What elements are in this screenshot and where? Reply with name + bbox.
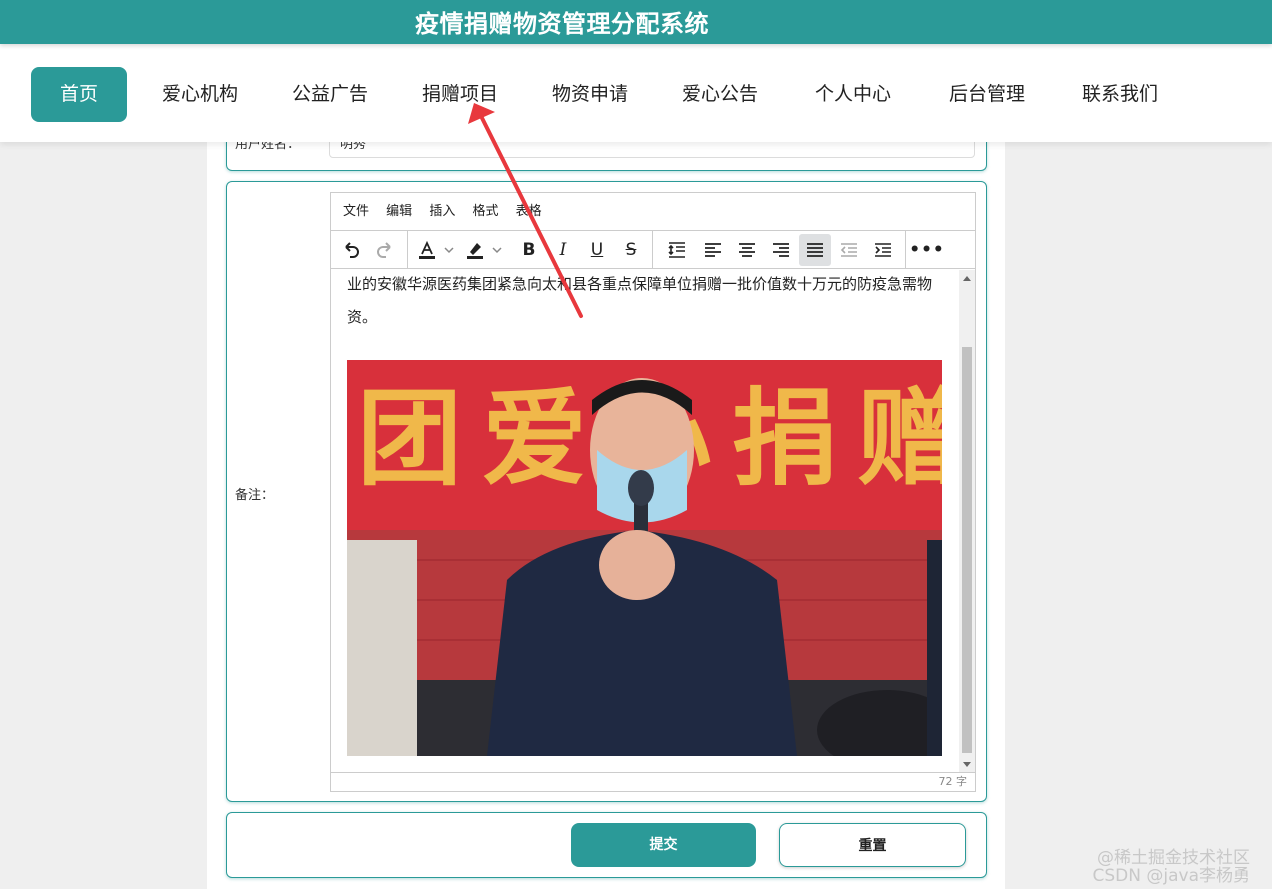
watermark-csdn: CSDN @java李杨勇 [1092, 866, 1251, 886]
line-height-icon[interactable] [661, 234, 693, 266]
nav-item-supply-application[interactable]: 物资申请 [540, 67, 640, 122]
menu-file[interactable]: 文件 [343, 204, 369, 219]
highlight-dropdown-icon[interactable] [489, 234, 505, 266]
scrollbar-thumb[interactable] [962, 347, 972, 753]
form-card-actions: 提交 重置 [226, 812, 987, 878]
nav-item-public-ads[interactable]: 公益广告 [280, 67, 380, 122]
outdent-icon[interactable] [833, 234, 865, 266]
scroll-up-arrow-icon[interactable] [963, 276, 971, 281]
align-center-icon[interactable] [731, 234, 763, 266]
highlight-color-icon[interactable] [461, 234, 489, 266]
reset-button[interactable]: 重置 [779, 823, 966, 867]
italic-icon[interactable]: I [547, 234, 579, 266]
rich-text-editor[interactable]: 文件 编辑 插入 格式 表格 B I U S ••• 业的安徽华源医药集团紧急向… [330, 192, 976, 792]
editor-statusbar: 72 字 [331, 772, 975, 791]
indent-icon[interactable] [867, 234, 899, 266]
menu-insert[interactable]: 插入 [429, 204, 455, 219]
nav-item-charity-notices[interactable]: 爱心公告 [670, 67, 770, 122]
main-nav: 首页 爱心机构 公益广告 捐赠项目 物资申请 爱心公告 个人中心 后台管理 联系… [0, 44, 1272, 142]
underline-icon[interactable]: U [581, 234, 613, 266]
editor-body[interactable]: 业的安徽华源医药集团紧急向太和县各重点保障单位捐赠一批价值数十万元的防疫急需物资… [331, 270, 975, 773]
remark-label: 备注： [235, 488, 275, 503]
editor-body-text[interactable]: 业的安徽华源医药集团紧急向太和县各重点保障单位捐赠一批价值数十万元的防疫急需物资… [347, 270, 947, 334]
nav-item-donation-projects[interactable]: 捐赠项目 [410, 67, 510, 122]
form-card-remark: 备注： 文件 编辑 插入 格式 表格 B I U S ••• 业的安徽华源医药集… [226, 181, 987, 802]
submit-button[interactable]: 提交 [571, 823, 756, 867]
text-color-icon[interactable] [413, 234, 441, 266]
more-icon[interactable]: ••• [909, 234, 944, 266]
strikethrough-icon[interactable]: S [615, 234, 647, 266]
align-left-icon[interactable] [697, 234, 729, 266]
system-title: 疫情捐赠物资管理分配系统 [415, 10, 709, 38]
editor-scrollbar[interactable] [959, 270, 975, 773]
bold-icon[interactable]: B [513, 234, 545, 266]
undo-icon[interactable] [335, 234, 367, 266]
menu-format[interactable]: 格式 [472, 204, 498, 219]
scroll-down-arrow-icon[interactable] [963, 762, 971, 767]
text-color-dropdown-icon[interactable] [441, 234, 457, 266]
editor-menubar: 文件 编辑 插入 格式 表格 [331, 193, 975, 231]
align-right-icon[interactable] [765, 234, 797, 266]
align-justify-icon[interactable] [799, 234, 831, 266]
menu-table[interactable]: 表格 [516, 204, 542, 219]
nav-item-contact-us[interactable]: 联系我们 [1070, 67, 1170, 122]
nav-item-charity-orgs[interactable]: 爱心机构 [150, 67, 250, 122]
nav-item-admin[interactable]: 后台管理 [937, 67, 1037, 122]
redo-icon[interactable] [369, 234, 401, 266]
editor-toolbar: B I U S ••• [331, 231, 975, 269]
nav-item-home[interactable]: 首页 [31, 67, 127, 122]
top-bar: 疫情捐赠物资管理分配系统 [0, 0, 1272, 44]
nav-item-personal-center[interactable]: 个人中心 [803, 67, 903, 122]
word-count: 72 字 [938, 775, 968, 788]
donation-event-photo: 团爱心捐赠 [347, 360, 942, 756]
menu-edit[interactable]: 编辑 [386, 204, 412, 219]
